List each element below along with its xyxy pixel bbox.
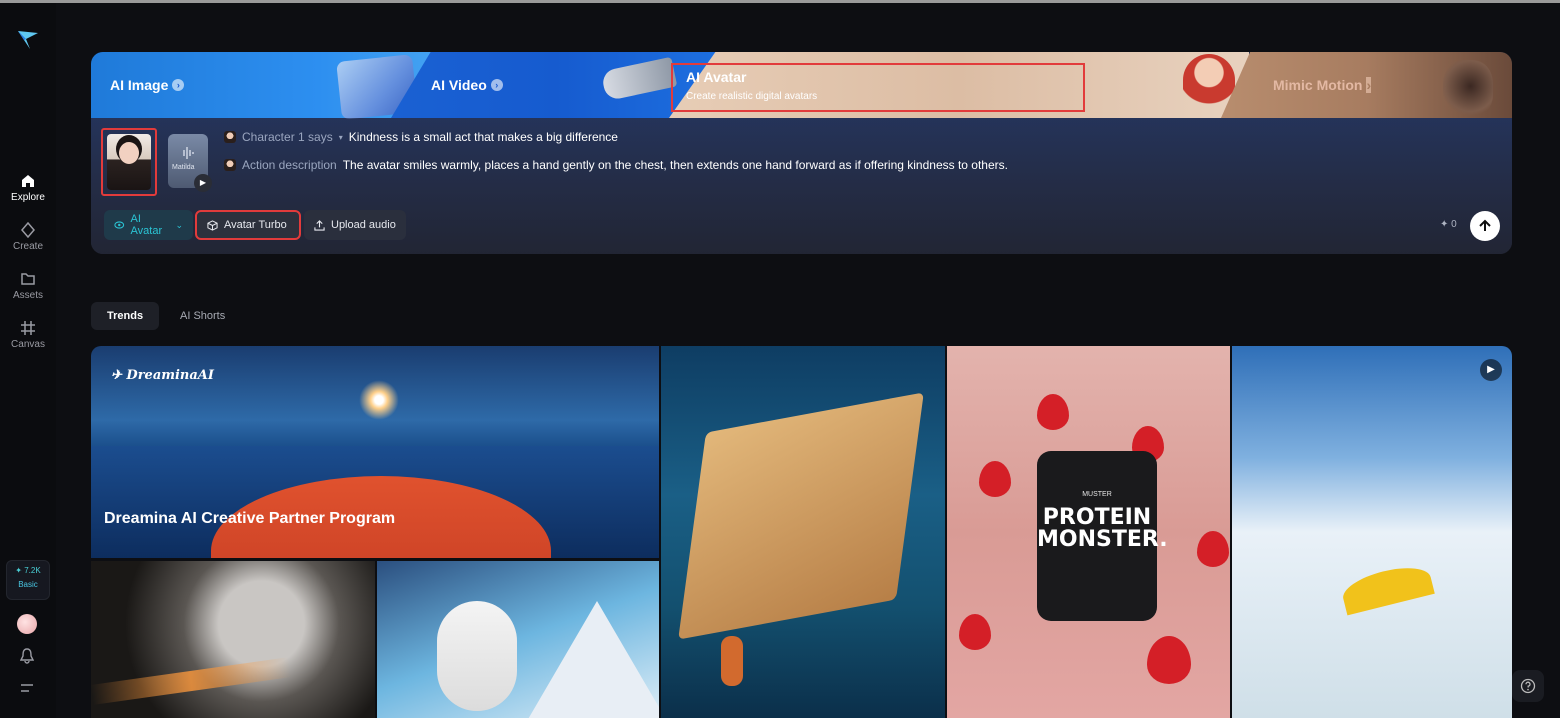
strawberry-image — [1037, 394, 1069, 430]
window-top-border — [0, 0, 1560, 3]
credit-cost: ✦ 0 — [1440, 219, 1457, 230]
mode-dropdown[interactable]: AI Avatar ⌄ — [104, 210, 193, 240]
gallery-item-protein[interactable]: MUSTER PROTEIN MONSTER. — [947, 346, 1230, 718]
nav-assets[interactable]: Assets — [0, 271, 56, 301]
action-line[interactable]: Action description The avatar smiles war… — [224, 158, 1008, 172]
folder-icon — [21, 273, 35, 285]
sparkle-icon — [21, 222, 35, 238]
product-brand: MUSTER — [1082, 491, 1112, 498]
upload-icon — [314, 219, 325, 231]
tab-trends[interactable]: Trends — [91, 302, 160, 330]
chevron-down-icon: ⌄ — [175, 219, 183, 230]
protein-jar-image: MUSTER PROTEIN MONSTER. — [1037, 451, 1168, 621]
character-face-icon — [224, 131, 236, 143]
credits-count: ✦ 7.2K — [15, 566, 41, 575]
generate-button[interactable] — [1470, 211, 1500, 241]
nav-explore[interactable]: Explore — [0, 173, 56, 203]
tab-ai-video-text: AI Video — [431, 77, 487, 93]
character-script[interactable]: Kindness is a small act that makes a big… — [349, 130, 618, 144]
question-icon — [1520, 678, 1536, 694]
diver-image — [721, 636, 743, 686]
tab-ai-shorts[interactable]: AI Shorts — [164, 302, 241, 330]
chevron-right-icon: › — [1366, 77, 1372, 93]
island-image — [678, 392, 924, 640]
paraglider-image — [1339, 560, 1435, 616]
tab-ai-image-label[interactable]: AI Image › — [110, 77, 185, 93]
nav-canvas[interactable]: Canvas — [0, 320, 56, 350]
nav-assets-label: Assets — [12, 290, 43, 301]
nav-create[interactable]: Create — [0, 222, 56, 252]
action-face-icon — [224, 159, 236, 171]
action-description-label: Action description — [242, 158, 337, 172]
menu-icon[interactable] — [20, 682, 34, 694]
mode-dropdown-label: AI Avatar — [130, 213, 163, 237]
nav-create-label: Create — [12, 241, 43, 252]
user-avatar[interactable] — [17, 614, 37, 634]
strawberry-image — [1147, 636, 1191, 684]
waveform-icon — [183, 147, 194, 159]
avatar-photo — [107, 134, 151, 190]
dropdown-arrow-icon: ▾ — [338, 132, 343, 142]
upload-audio-button[interactable]: Upload audio — [304, 210, 406, 240]
featured-card-title: Dreamina AI Creative Partner Program — [104, 510, 396, 527]
tab-mimic-motion-text: Mimic Motion — [1273, 77, 1363, 93]
polar-bear-image — [437, 601, 517, 711]
nav-canvas-label: Canvas — [11, 339, 45, 350]
mode-tabs: AI Image › AI Video › AI Avatar Create r… — [91, 52, 1512, 120]
model-select-button[interactable]: Avatar Turbo — [195, 210, 301, 240]
cube-icon — [207, 219, 218, 231]
eye-icon — [114, 221, 125, 229]
sidebar: Explore Create Assets Canvas ✦ 7.2K Basi… — [0, 3, 56, 718]
plan-label: Basic — [18, 580, 38, 589]
character-selector[interactable]: Character 1 says — [242, 130, 333, 144]
strawberry-image — [1197, 531, 1229, 567]
arrow-up-icon — [1479, 219, 1491, 231]
chevron-right-icon: › — [172, 79, 185, 91]
featured-card[interactable]: ✈ DreaminaAI Dreamina AI Creative Partne… — [91, 346, 659, 558]
gallery-item-polar-bear[interactable] — [377, 561, 659, 718]
gallery-item-paraglider[interactable]: ▶ — [1232, 346, 1512, 718]
mimic-motion-thumbnail — [1443, 60, 1493, 118]
help-button[interactable] — [1512, 670, 1544, 702]
product-name: PROTEIN MONSTER. — [1037, 505, 1168, 552]
glowing-star-image — [359, 380, 399, 420]
home-icon — [22, 175, 34, 187]
strawberry-image — [979, 461, 1011, 497]
tab-ai-video-label[interactable]: AI Video › — [431, 77, 503, 93]
tab-ai-image-text: AI Image — [110, 77, 169, 93]
highlight-box-ai-avatar — [671, 63, 1085, 112]
tab-mimic-motion-label[interactable]: Mimic Motion › — [1273, 77, 1372, 93]
bell-icon[interactable] — [20, 648, 34, 664]
character-line[interactable]: Character 1 says ▾ Kindness is a small a… — [224, 130, 618, 144]
snow-mountain-image — [527, 601, 659, 718]
upload-audio-label: Upload audio — [331, 219, 396, 231]
avatar-image-upload[interactable] — [101, 128, 157, 196]
voice-name: Matilda — [172, 164, 195, 171]
canvas-icon — [21, 321, 35, 335]
play-voice-button[interactable]: ▶ — [194, 174, 212, 192]
nav-explore-label: Explore — [11, 192, 45, 203]
strawberry-image — [959, 614, 991, 650]
prompt-area: Matilda ▶ Character 1 says ▾ Kindness is… — [91, 118, 1512, 254]
chevron-right-icon: › — [490, 79, 503, 91]
model-label: Avatar Turbo — [224, 219, 287, 231]
generation-panel: AI Image › AI Video › AI Avatar Create r… — [91, 52, 1512, 254]
video-play-icon[interactable]: ▶ — [1480, 359, 1502, 381]
dreamina-brand-text: ✈ DreaminaAI — [111, 368, 214, 383]
dreamina-logo[interactable] — [16, 27, 40, 51]
gallery-item-statue[interactable] — [91, 561, 375, 718]
action-description-text[interactable]: The avatar smiles warmly, places a hand … — [343, 158, 1008, 172]
credits-badge[interactable]: ✦ 7.2K Basic — [6, 560, 50, 600]
gallery-item-underwater-island[interactable] — [661, 346, 945, 718]
fire-flow-image — [91, 657, 292, 705]
